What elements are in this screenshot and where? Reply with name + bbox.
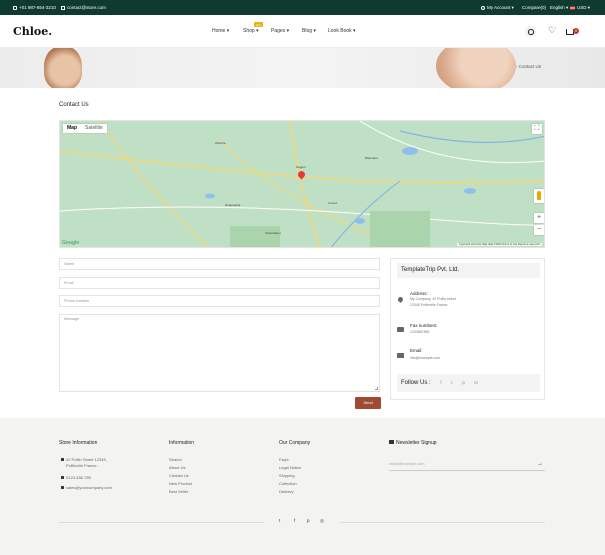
contact-info-box: TemplateTrip Pvt. Ltd. Address: My Compa… [390, 258, 545, 400]
pinterest-icon[interactable]: p [462, 374, 465, 392]
footer-link-new-product[interactable]: New Product [169, 481, 192, 486]
footer-link-about[interactable]: About Us [169, 465, 185, 470]
city-label: Bhandara [365, 156, 379, 160]
footer-link-shipping[interactable]: Shipping [279, 473, 295, 478]
nav-look-book[interactable]: Look Book ▾ [328, 15, 356, 48]
top-bar: +01 987-654-3210 contact@store.com My Ac… [0, 0, 605, 15]
page-title: Contact Us [59, 102, 89, 108]
zoom-in-button[interactable]: + [534, 213, 544, 223]
language-select[interactable]: English ▾ [550, 0, 568, 15]
footer-link-contact[interactable]: Contact Us [169, 473, 189, 478]
footer-link-search[interactable]: Search [169, 457, 182, 462]
company-heading: Our Company [279, 440, 311, 446]
map-attribution[interactable]: Keyboard shortcuts Map data ©2023 Terms … [457, 243, 542, 246]
address-label: Address: [410, 291, 428, 296]
page-banner: › Contact Us [0, 48, 605, 88]
flag-icon [570, 6, 575, 10]
newsletter-submit-arrow-icon[interactable]: → [537, 461, 543, 467]
footer-divider-right [340, 522, 545, 523]
compare-link[interactable]: Compare(0) [522, 0, 546, 15]
footer-twitter-icon[interactable]: t [279, 518, 280, 523]
envelope-icon [389, 440, 394, 444]
city-label: Nagpur [296, 165, 306, 169]
zoom-out-button[interactable]: − [534, 225, 544, 235]
banner-model-left [44, 48, 82, 88]
city-label: Hinganghat [225, 203, 241, 207]
fax-label: Fax numbers: [410, 323, 438, 328]
address-line1: My Company, 42 Puffin street [410, 297, 456, 301]
map-type-tabs: Map Satellite [63, 124, 107, 133]
currency-select[interactable]: USD ▾ [570, 0, 590, 15]
google-map[interactable]: Map Satellite ⛶ + − Wardha Hinganghat Na… [59, 120, 545, 248]
tab-map[interactable]: Map [63, 124, 81, 133]
envelope-icon [397, 353, 404, 358]
name-input[interactable]: Name [59, 258, 380, 270]
cart-count-badge: 0 [573, 28, 579, 34]
message-textarea[interactable]: Message [59, 314, 380, 392]
footer-link-collection[interactable]: Collection [279, 481, 297, 486]
google-logo: Google [62, 240, 80, 246]
company-name: TemplateTrip Pvt. Ltd. [397, 263, 540, 278]
street-view-pegman-icon[interactable] [534, 189, 544, 203]
twitter-icon[interactable]: t [451, 374, 452, 392]
breadcrumb[interactable]: › Contact Us [516, 64, 541, 69]
follow-us-bar: Follow Us : f t p in [397, 374, 540, 392]
city-label: Wardha [215, 141, 226, 145]
topbar-email[interactable]: contact@store.com [61, 0, 106, 15]
city-label: Umred [328, 201, 338, 205]
resize-handle-icon[interactable] [375, 387, 378, 390]
footer-pinterest-icon[interactable]: p [307, 518, 310, 523]
phone-icon [13, 5, 17, 10]
store-phone[interactable]: 0123-456-789 [61, 475, 91, 480]
location-icon [61, 458, 64, 461]
map-roads [60, 121, 544, 247]
nav-blog[interactable]: Blog ▾ [302, 15, 316, 48]
user-icon [481, 5, 485, 10]
fax-icon [397, 327, 404, 332]
address-line2: 12345 Puffinville France [410, 303, 448, 307]
topbar-phone[interactable]: +01 987-654-3210 [13, 0, 56, 15]
location-pin-icon [397, 297, 404, 304]
hot-badge: Hot [254, 22, 263, 27]
newsletter-email-input[interactable]: email@example.com [389, 457, 545, 471]
nav-shop[interactable]: Shop ▾ [243, 15, 259, 48]
nav-pages[interactable]: Pages ▾ [271, 15, 289, 48]
newsletter-heading: Newsletter Signup [389, 440, 437, 446]
email-value[interactable]: info@example.com [410, 356, 440, 362]
my-account-menu[interactable]: My Account ▾ [481, 0, 514, 15]
footer-link-delivery[interactable]: Delivery [279, 489, 293, 494]
store-info-heading: Store Information [59, 440, 98, 446]
fullscreen-button[interactable]: ⛶ [532, 124, 542, 134]
phone-input[interactable]: Phone Number [59, 295, 380, 307]
footer-link-faq[interactable]: Faq's [279, 457, 289, 462]
fax-value: 1234567890 [410, 330, 430, 334]
store-email[interactable]: sales@yourcompany.com [61, 485, 112, 490]
phone-icon [61, 476, 64, 479]
tab-satellite[interactable]: Satellite [81, 124, 107, 133]
linkedin-icon[interactable]: in [474, 374, 478, 392]
facebook-icon[interactable]: f [440, 374, 441, 392]
store-address: 42 Puffin Street 12345, [61, 457, 107, 462]
footer-facebook-icon[interactable]: f [294, 518, 295, 523]
main-header: Chloe. Home ▾ Shop ▾ Hot Pages ▾ Blog ▾ … [0, 15, 605, 48]
city-label: Chandrapur [265, 231, 281, 235]
search-icon[interactable] [525, 26, 536, 37]
mail-icon [61, 5, 65, 10]
nav-home[interactable]: Home ▾ [212, 15, 229, 48]
footer-link-legal[interactable]: Legal Notice [279, 465, 301, 470]
email-label: Email: [410, 348, 423, 353]
send-button[interactable]: Send [355, 397, 381, 409]
store-address-line2: Puffinville France. [66, 463, 98, 468]
wishlist-heart-icon[interactable] [547, 25, 558, 37]
footer-instagram-icon[interactable]: ◎ [320, 518, 324, 524]
logo[interactable]: Chloe. [13, 25, 52, 38]
email-input[interactable]: Email [59, 277, 380, 289]
footer-divider-left [59, 522, 264, 523]
information-heading: Information [169, 440, 195, 446]
banner-model-right [436, 48, 516, 88]
mail-icon [61, 486, 64, 489]
footer-link-best-seller[interactable]: Best Seller [169, 489, 188, 494]
